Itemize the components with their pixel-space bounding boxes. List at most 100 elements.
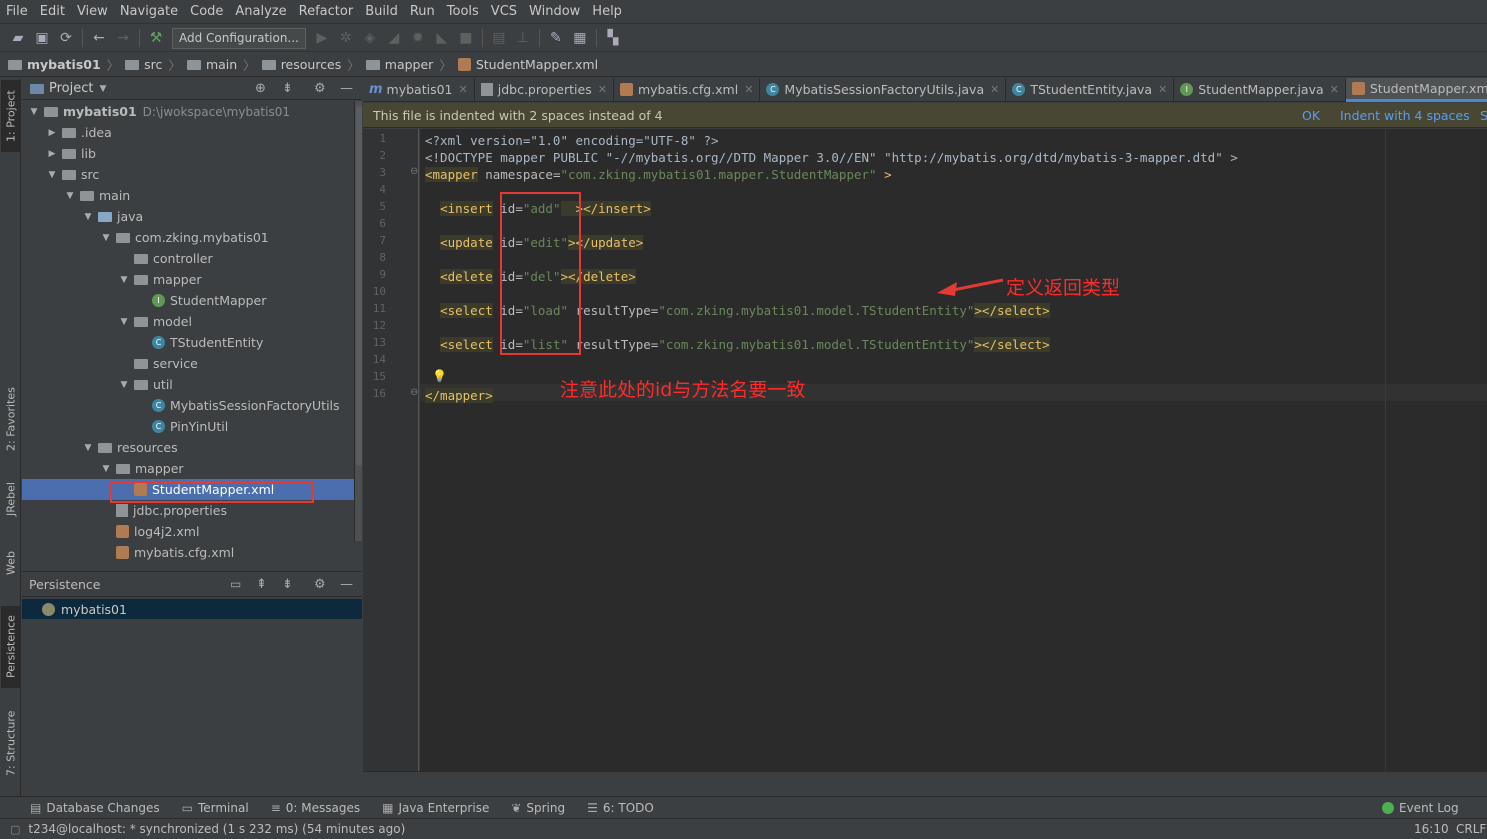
tool-window-jrebel[interactable]: JRebel (1, 474, 21, 524)
editor-tab[interactable]: C TStudentEntity.java ✕ (1006, 77, 1175, 102)
fold-marker-icon[interactable]: ⊖ (410, 166, 418, 177)
line-separator[interactable]: CRLF (1456, 822, 1486, 836)
tree-item[interactable]: mybatis.cfg.xml (22, 542, 354, 563)
jrebel-debug-icon[interactable]: ✹ (406, 27, 430, 49)
breadcrumb-item[interactable]: mapper 〉 (365, 55, 458, 74)
update-app-icon[interactable]: ▤ (487, 27, 511, 49)
menu-run[interactable]: Run (404, 0, 441, 24)
close-icon[interactable]: ✕ (598, 83, 607, 96)
chevron-down-icon[interactable]: ▼ (118, 275, 130, 285)
forward-arrow-icon[interactable]: → (111, 27, 135, 49)
menu-code[interactable]: Code (184, 0, 229, 24)
fold-marker-icon[interactable]: ⊖ (410, 387, 418, 398)
bottom-tool-database-changes[interactable]: ▤ Database Changes (30, 801, 160, 815)
close-icon[interactable]: ✕ (459, 83, 468, 96)
er-diagram-icon[interactable]: ▭ (230, 577, 241, 591)
persistence-item[interactable]: mybatis01 (22, 599, 362, 619)
tool-window-persistence[interactable]: Persistence (1, 606, 21, 688)
menu-vcs[interactable]: VCS (485, 0, 523, 24)
tree-item[interactable]: ▼ java (22, 206, 354, 227)
editor-horizontal-scroll[interactable] (363, 771, 1487, 795)
menu-help[interactable]: Help (586, 0, 628, 24)
tree-item[interactable]: ▼ model (22, 311, 354, 332)
tree-item[interactable]: ▼ mybatis01 D:\jwokspace\mybatis01 (22, 101, 354, 122)
bottom-tool-0-messages[interactable]: ≡ 0: Messages (271, 801, 360, 815)
settings-wrench-icon[interactable]: ✎ (544, 27, 568, 49)
chevron-down-icon[interactable]: ▼ (118, 380, 130, 390)
chevron-right-icon[interactable]: ▶ (46, 128, 58, 138)
close-icon[interactable]: ✕ (1330, 83, 1339, 96)
tree-item[interactable]: ▼ src (22, 164, 354, 185)
close-icon[interactable]: ✕ (744, 83, 753, 96)
menu-build[interactable]: Build (359, 0, 404, 24)
editor-tab[interactable]: I StudentMapper.java ✕ (1174, 77, 1346, 102)
bottom-tool-java-enterprise[interactable]: ▦ Java Enterprise (382, 801, 489, 815)
coverage-icon[interactable]: ◈ (358, 27, 382, 49)
tree-item[interactable]: controller (22, 248, 354, 269)
caret-position[interactable]: 16:10 (1414, 822, 1449, 836)
menu-window[interactable]: Window (523, 0, 586, 24)
editor-tab[interactable]: mybatis.cfg.xml ✕ (614, 77, 761, 102)
tree-item[interactable]: C TStudentEntity (22, 332, 354, 353)
tool-window-project[interactable]: 1: Project (1, 80, 21, 152)
build-hammer-icon[interactable]: ⚒ (144, 27, 168, 49)
tree-item[interactable]: ▼ util (22, 374, 354, 395)
editor-tab[interactable]: C MybatisSessionFactoryUtils.java ✕ (760, 77, 1007, 102)
menu-refactor[interactable]: Refactor (293, 0, 360, 24)
tree-item[interactable]: C PinYinUtil (22, 416, 354, 437)
menu-edit[interactable]: Edit (34, 0, 71, 24)
chevron-right-icon[interactable]: ▶ (46, 149, 58, 159)
tree-item[interactable]: log4j2.xml (22, 521, 354, 542)
chevron-down-icon[interactable]: ▼ (64, 191, 76, 201)
gear-icon[interactable]: ⚙ (314, 81, 326, 96)
chevron-down-icon[interactable]: ▼ (118, 317, 130, 327)
project-structure-icon[interactable]: ▦ (568, 27, 592, 49)
minimize-icon[interactable]: — (340, 81, 353, 96)
menu-file[interactable]: File (0, 0, 34, 24)
tree-item[interactable]: I StudentMapper (22, 290, 354, 311)
breadcrumb-item[interactable]: src 〉 (125, 55, 187, 74)
open-folder-icon[interactable]: ▰ (6, 27, 30, 49)
chevron-down-icon[interactable]: ▼ (82, 212, 94, 222)
tree-item[interactable]: ▼ mapper (22, 269, 354, 290)
breadcrumb-item[interactable]: resources 〉 (261, 55, 366, 74)
tool-window-web[interactable]: Web (1, 544, 21, 582)
expand-all-icon[interactable]: ⇞ (256, 577, 267, 592)
editor-tab[interactable]: m mybatis01 ✕ (363, 77, 475, 102)
bottom-tool-spring[interactable]: ❦ Spring (511, 801, 565, 815)
indent-4-spaces-link[interactable]: Indent with 4 spaces (1340, 108, 1470, 123)
chevron-down-icon[interactable]: ▼ (46, 170, 58, 180)
chevron-down-icon[interactable]: ▼ (100, 464, 112, 474)
add-configuration-button[interactable]: Add Configuration... (172, 27, 306, 49)
banner-extra-link[interactable]: S (1480, 108, 1487, 123)
tree-item[interactable]: ▶ .idea (22, 122, 354, 143)
tool-window-favorites[interactable]: 2: Favorites (1, 378, 21, 460)
bottom-tool-6-todo[interactable]: ☰ 6: TODO (587, 801, 654, 815)
gear-icon[interactable]: ⚙ (314, 577, 326, 592)
status-toggle-icon[interactable]: ▢ (10, 823, 20, 836)
intention-bulb-icon[interactable]: 💡 (432, 369, 447, 383)
chevron-down-icon[interactable]: ▼ (82, 443, 94, 453)
tree-item[interactable]: ▼ resources (22, 437, 354, 458)
tree-item[interactable]: ▼ main (22, 185, 354, 206)
menu-navigate[interactable]: Navigate (114, 0, 184, 24)
collapse-all-icon[interactable]: ⇟ (282, 81, 293, 96)
editor-tab[interactable]: StudentMapper.xml✕ (1345, 77, 1487, 102)
back-arrow-icon[interactable]: ← (87, 27, 111, 49)
breadcrumb-item[interactable]: mybatis01 〉 (8, 55, 125, 74)
breadcrumb-item[interactable]: StudentMapper.xml (457, 57, 598, 72)
minimize-icon[interactable]: — (340, 577, 353, 592)
tree-item[interactable]: ▶ lib (22, 143, 354, 164)
profile-icon[interactable]: ◣ (430, 27, 454, 49)
chevron-down-icon[interactable]: ▼ (100, 233, 112, 243)
menu-analyze[interactable]: Analyze (229, 0, 292, 24)
banner-ok-link[interactable]: OK (1302, 108, 1320, 123)
stop-icon[interactable]: ■ (454, 27, 478, 49)
chevron-down-icon[interactable]: ▼ (99, 84, 106, 94)
tree-item[interactable]: ▼ com.zking.mybatis01 (22, 227, 354, 248)
bottom-tool-terminal[interactable]: ▭ Terminal (182, 801, 249, 815)
tree-item[interactable]: C MybatisSessionFactoryUtils (22, 395, 354, 416)
tree-item[interactable]: ▼ mapper (22, 458, 354, 479)
close-icon[interactable]: ✕ (990, 83, 999, 96)
project-panel-title[interactable]: Project (49, 81, 93, 96)
